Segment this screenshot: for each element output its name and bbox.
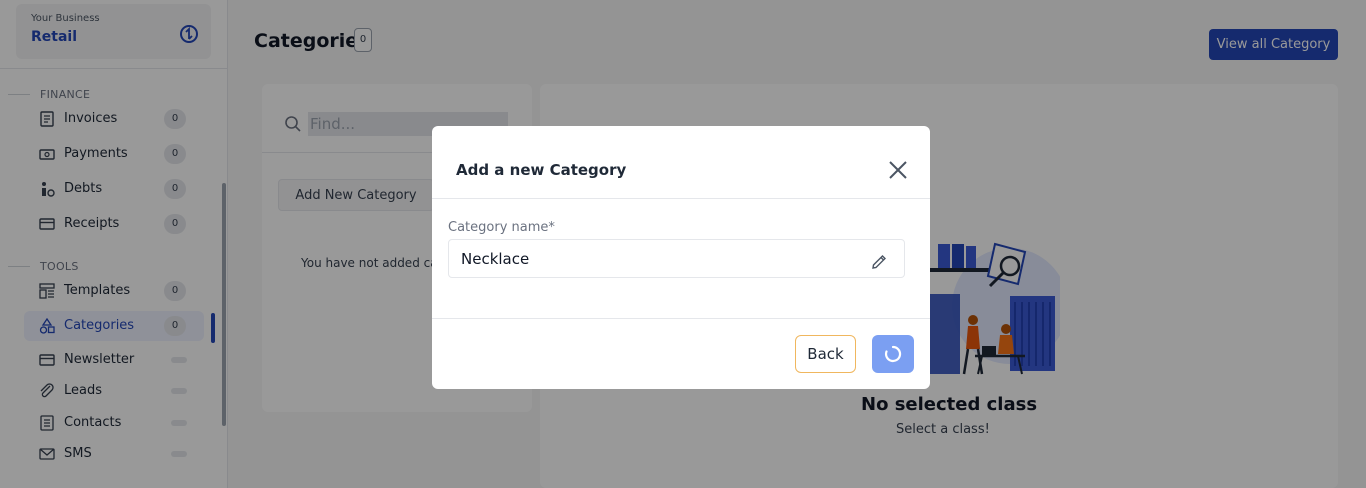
loading-spinner-icon	[884, 345, 902, 363]
close-icon	[889, 161, 907, 179]
modal-footer-divider	[432, 318, 930, 319]
modal-title: Add a new Category	[456, 161, 627, 179]
modal-header-divider	[432, 198, 930, 199]
submit-button[interactable]	[872, 335, 914, 373]
category-name-input[interactable]	[448, 239, 905, 278]
pencil-icon	[872, 255, 886, 269]
add-category-modal: Add a new Category Category name* Back	[432, 126, 930, 389]
back-button[interactable]: Back	[795, 335, 856, 373]
close-button[interactable]	[884, 156, 912, 184]
category-name-label: Category name*	[448, 220, 555, 235]
